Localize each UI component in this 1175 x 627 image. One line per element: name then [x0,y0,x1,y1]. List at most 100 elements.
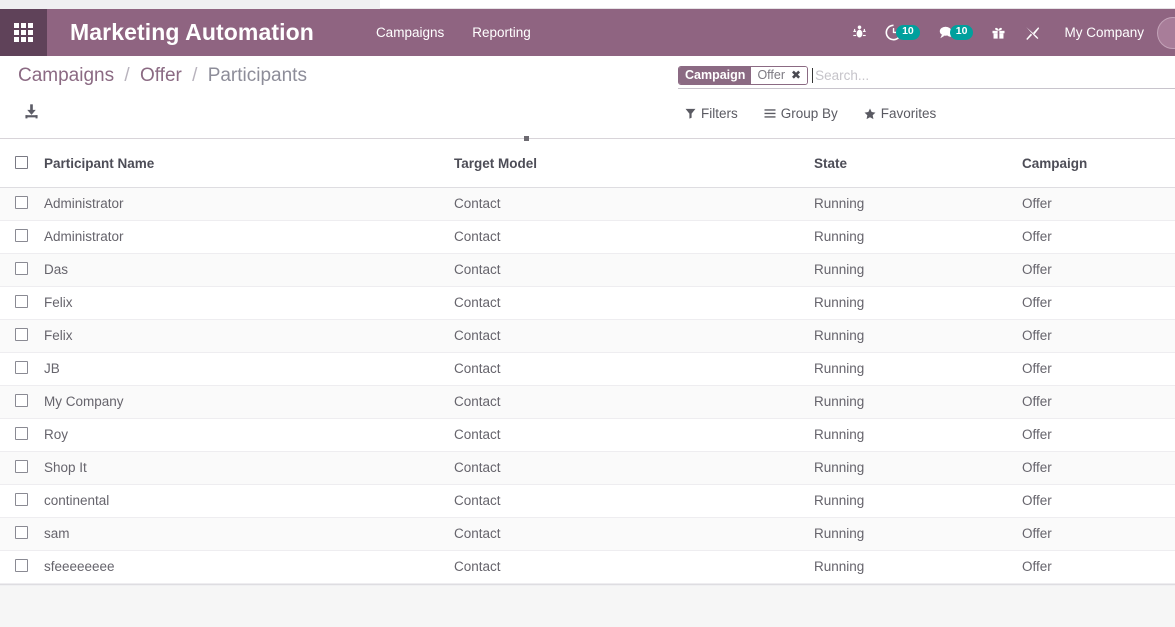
table-row[interactable]: samContactRunningOffer [0,517,1175,550]
cell-target-model: Contact [454,451,814,484]
row-checkbox[interactable] [15,559,28,572]
apps-menu-button[interactable] [0,9,47,56]
menu-item-campaigns[interactable]: Campaigns [362,25,458,40]
row-select-cell [0,319,44,352]
cell-state: Running [814,286,1022,319]
gift-icon-button[interactable] [982,9,1015,56]
favorites-dropdown-button[interactable]: Favorites [864,106,937,121]
avatar-circle [1157,17,1175,49]
cell-campaign: Offer [1022,550,1175,583]
cell-target-model: Contact [454,484,814,517]
cell-campaign: Offer [1022,286,1175,319]
search-facet-campaign[interactable]: Campaign Offer ✖ [678,66,808,85]
breadcrumb-item-participants: Participants [208,65,307,86]
gift-icon [991,25,1006,40]
cell-state: Running [814,319,1022,352]
table-row[interactable]: Shop ItContactRunningOffer [0,451,1175,484]
activities-icon-button[interactable]: 10 [876,9,929,56]
cell-state: Running [814,352,1022,385]
table-row[interactable]: DasContactRunningOffer [0,253,1175,286]
search-view: Campaign Offer ✖ Search... Filters [678,66,1175,121]
cell-campaign: Offer [1022,352,1175,385]
cell-participant-name: Shop It [44,451,454,484]
row-select-cell [0,187,44,220]
browser-chrome-strip [0,0,1175,9]
menu-item-reporting[interactable]: Reporting [458,25,545,40]
row-checkbox[interactable] [15,262,28,275]
table-row[interactable]: FelixContactRunningOffer [0,319,1175,352]
messages-count-badge: 10 [950,25,974,40]
row-checkbox[interactable] [15,196,28,209]
row-checkbox[interactable] [15,394,28,407]
company-switcher[interactable]: My Company [1050,25,1155,40]
user-avatar[interactable] [1155,17,1175,49]
row-checkbox[interactable] [15,427,28,440]
column-header-state[interactable]: State [814,141,1022,187]
column-header-participant-name[interactable]: Participant Name [44,141,454,187]
row-select-cell [0,286,44,319]
table-head: Participant Name Target Model State Camp… [0,141,1175,187]
cell-participant-name: Administrator [44,187,454,220]
table-row[interactable]: sfeeeeeeeeContactRunningOffer [0,550,1175,583]
row-checkbox[interactable] [15,229,28,242]
row-checkbox[interactable] [15,460,28,473]
tools-icon-button[interactable] [1015,9,1050,56]
table-row[interactable]: My CompanyContactRunningOffer [0,385,1175,418]
control-panel: Campaigns / Offer / Participants Campaig… [0,56,1175,141]
cell-campaign: Offer [1022,385,1175,418]
participants-table: Participant Name Target Model State Camp… [0,141,1175,584]
column-header-campaign[interactable]: Campaign [1022,141,1175,187]
table-row[interactable]: continentalContactRunningOffer [0,484,1175,517]
breadcrumb-item-campaigns[interactable]: Campaigns [18,65,114,86]
cell-participant-name: JB [44,352,454,385]
cell-campaign: Offer [1022,418,1175,451]
search-facet-remove-icon[interactable]: ✖ [789,67,807,84]
cell-state: Running [814,418,1022,451]
cell-state: Running [814,451,1022,484]
cell-target-model: Contact [454,286,814,319]
groupby-dropdown-button[interactable]: Group By [764,106,838,121]
cell-state: Running [814,253,1022,286]
row-select-cell [0,451,44,484]
star-icon [864,108,876,120]
select-all-checkbox[interactable] [15,156,28,169]
cell-target-model: Contact [454,385,814,418]
search-input-row[interactable]: Campaign Offer ✖ Search... [678,66,1175,89]
filters-dropdown-button[interactable]: Filters [685,106,738,121]
table-row[interactable]: AdministratorContactRunningOffer [0,187,1175,220]
row-select-cell [0,385,44,418]
debug-bug-icon-button[interactable] [843,9,876,56]
navbar-systray: 10 10 My C [843,9,1175,56]
column-header-target-model[interactable]: Target Model [454,141,814,187]
search-input[interactable]: Search... [815,68,1175,83]
cell-target-model: Contact [454,550,814,583]
cell-state: Running [814,385,1022,418]
breadcrumb-item-offer[interactable]: Offer [140,65,182,86]
cell-target-model: Contact [454,352,814,385]
row-checkbox[interactable] [15,526,28,539]
cell-participant-name: continental [44,484,454,517]
messages-icon-button[interactable]: 10 [929,9,983,56]
row-select-cell [0,550,44,583]
control-panel-buttons [23,103,40,125]
row-checkbox[interactable] [15,493,28,506]
import-records-icon[interactable] [23,103,40,125]
row-checkbox[interactable] [15,361,28,374]
table-row[interactable]: RoyContactRunningOffer [0,418,1175,451]
cell-target-model: Contact [454,418,814,451]
cell-participant-name: sam [44,517,454,550]
cell-state: Running [814,484,1022,517]
row-checkbox[interactable] [15,328,28,341]
table-row[interactable]: JBContactRunningOffer [0,352,1175,385]
table-row[interactable]: AdministratorContactRunningOffer [0,220,1175,253]
cell-campaign: Offer [1022,187,1175,220]
cell-target-model: Contact [454,187,814,220]
activities-count-badge: 10 [896,25,920,40]
breadcrumb-separator: / [124,65,129,86]
table-row[interactable]: FelixContactRunningOffer [0,286,1175,319]
search-facet-value: Offer [751,67,789,84]
cell-campaign: Offer [1022,451,1175,484]
top-navbar: Marketing Automation Campaigns Reporting [0,9,1175,56]
row-checkbox[interactable] [15,295,28,308]
search-text-caret [812,68,813,83]
